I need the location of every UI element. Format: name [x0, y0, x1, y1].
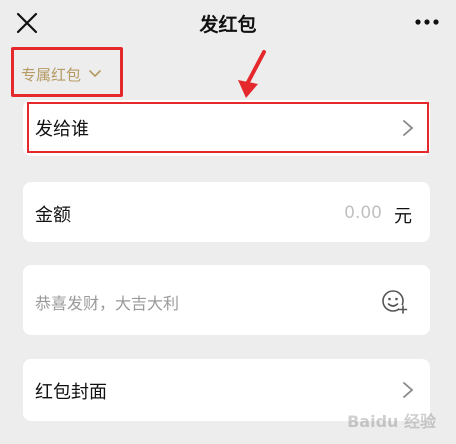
annotation-arrow [238, 50, 266, 98]
page-title: 发红包 [199, 14, 257, 36]
watermark-text: Baidu 经验 [347, 412, 436, 431]
chevron-down-icon [89, 70, 101, 78]
amount-row[interactable]: 金额 0.00 元 [23, 182, 430, 242]
packet-type-selector[interactable]: 专属红包 [21, 63, 101, 85]
amount-input[interactable]: 0.00 [344, 203, 382, 223]
amount-label: 金额 [35, 205, 71, 226]
chevron-right-icon [403, 382, 414, 398]
nav-bar: 发红包 [0, 0, 456, 46]
amount-unit: 元 [394, 206, 412, 227]
more-dots-icon[interactable] [414, 12, 440, 32]
cover-label: 红包封面 [35, 382, 107, 403]
greeting-input[interactable]: 恭喜发财，大吉大利 [35, 290, 179, 314]
greeting-row[interactable]: 恭喜发财，大吉大利 [23, 265, 430, 335]
packet-type-label: 专属红包 [21, 65, 82, 84]
watermark: Baidu 经验 [347, 408, 436, 432]
recipient-highlight-box [27, 102, 429, 153]
emoji-add-icon[interactable] [380, 287, 408, 315]
